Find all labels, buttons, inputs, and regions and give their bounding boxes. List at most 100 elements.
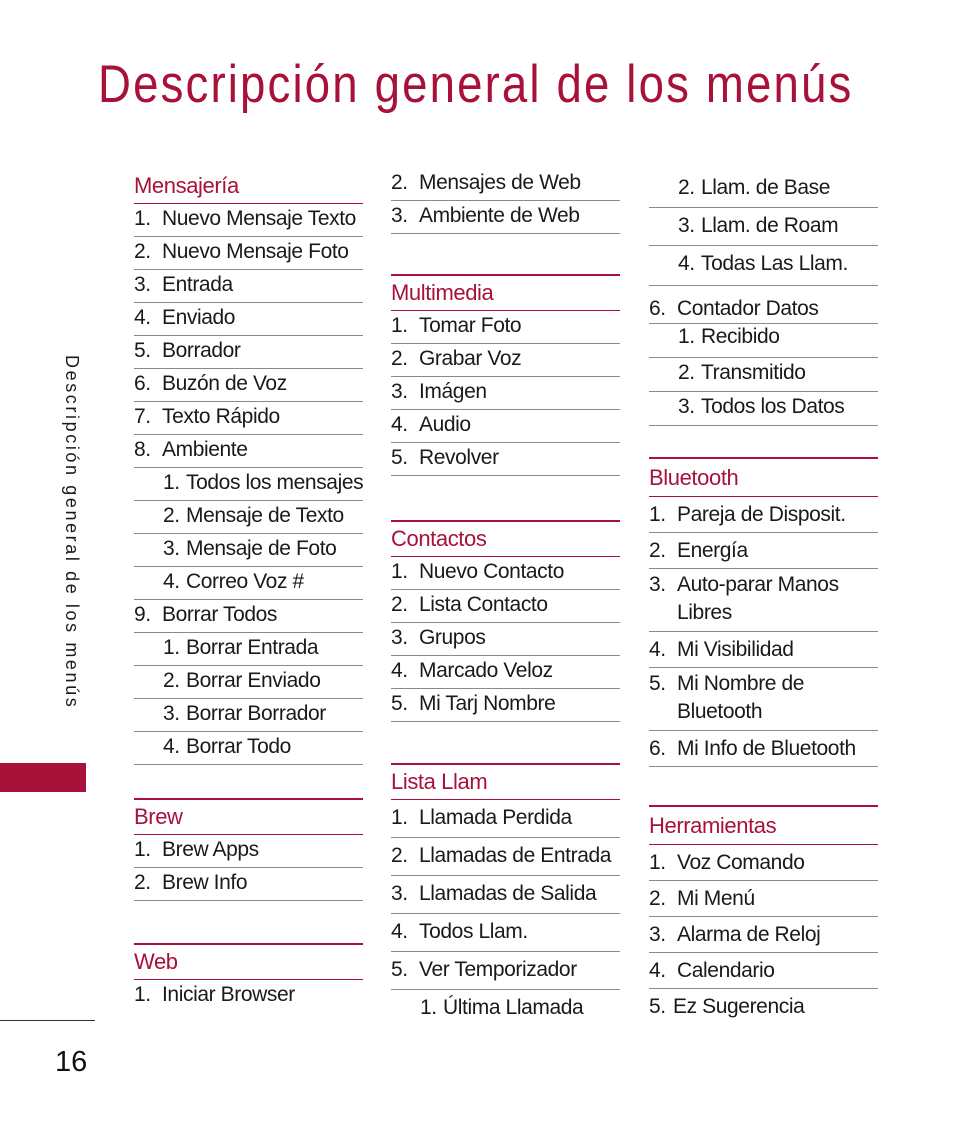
item-number: 1.	[420, 996, 437, 1019]
submenu-item: 4. Correo Voz #	[134, 567, 363, 600]
menu-item: 2. Lista Contacto	[391, 590, 620, 623]
submenu-item: 2. Llam. de Base	[649, 170, 878, 208]
item-label: Imágen	[419, 380, 487, 403]
menu-item: 5. Revolver	[391, 443, 620, 476]
item-label: Audio	[419, 413, 471, 436]
item-label: Grabar Voz	[419, 347, 522, 370]
item-label: Borrar Borrador	[186, 702, 326, 725]
item-number: 3.	[163, 702, 180, 725]
section-contactos: Contactos 1. Nuevo Contacto 2. Lista Conta…	[391, 520, 620, 722]
item-number: 6.	[649, 737, 666, 760]
item-label: Recibido	[701, 325, 780, 348]
menu-item: 5. Ver Temporizador	[391, 952, 620, 990]
menu-item: 5. Ez Sugerencia	[649, 989, 878, 1024]
menu-item: 1. Llamada Perdida	[391, 800, 620, 838]
item-label: Texto Rápido	[162, 405, 280, 428]
item-number: 4.	[649, 638, 666, 661]
submenu-item: 3. Todos los Datos	[649, 392, 878, 426]
item-number: 1.	[391, 806, 408, 829]
menu-item: 1. Iniciar Browser	[134, 980, 363, 1012]
menu-item: 3. Grupos	[391, 623, 620, 656]
item-label: Borrar Enviado	[186, 669, 321, 692]
side-section-label: Descripción general de los menús	[62, 355, 82, 710]
item-label: Llamada Perdida	[419, 806, 572, 829]
item-number: 1.	[391, 560, 408, 583]
item-number: 3.	[391, 626, 408, 649]
item-label: Ez Sugerencia	[673, 995, 805, 1018]
menu-item: 1. Pareja de Disposit.	[649, 497, 878, 533]
section-heading: Lista Llam	[391, 763, 620, 800]
item-label: Todos los Datos	[701, 395, 845, 418]
item-number: 1.	[649, 851, 666, 874]
item-number: 2.	[391, 171, 408, 194]
item-label: Correo Voz #	[186, 570, 304, 593]
menu-item: 6. Contador Datos	[649, 286, 878, 324]
item-number: 1.	[678, 325, 695, 348]
menu-item: 4. Todos Llam.	[391, 914, 620, 952]
item-label: Todos Llam.	[419, 920, 528, 943]
item-label: Mensaje de Texto	[186, 504, 344, 527]
item-number: 8.	[134, 438, 151, 461]
item-label: Borrar Entrada	[186, 636, 319, 659]
menu-item: 1. Nuevo Mensaje Texto	[134, 204, 363, 237]
item-number: 2.	[391, 593, 408, 616]
menu-item: 3. Llamadas de Salida	[391, 876, 620, 914]
item-number: 1.	[649, 503, 666, 526]
submenu-item: 2. Borrar Enviado	[134, 666, 363, 699]
section-heading: Contactos	[391, 520, 620, 557]
menu-item: 5. Mi Tarj Nombre	[391, 689, 620, 722]
section-web-continued: 2. Mensajes de Web 3. Ambiente de Web	[391, 168, 620, 234]
menu-item: 2. Energía	[649, 533, 878, 569]
page-number: 16	[55, 1046, 88, 1078]
item-number: 2.	[391, 844, 408, 867]
item-label: Auto-parar Manos Libres	[677, 573, 839, 624]
item-number: 1.	[163, 636, 180, 659]
item-label: Borrador	[162, 339, 241, 362]
item-number: 3.	[163, 537, 180, 560]
section-web: Web 1. Iniciar Browser	[134, 943, 363, 1012]
item-label: Todos los mensajes	[186, 471, 364, 494]
menu-item: 3. Entrada	[134, 270, 363, 303]
item-number: 1.	[134, 983, 151, 1006]
item-number: 3.	[134, 273, 151, 296]
item-label: Voz Comando	[677, 851, 805, 874]
item-label: Alarma de Reloj	[677, 923, 821, 946]
menu-item: 1. Voz Comando	[649, 845, 878, 881]
section-mensajeria: Mensajería 1. Nuevo Mensaje Texto 2. Nuevo…	[134, 169, 364, 765]
menu-item: 1. Nuevo Contacto	[391, 557, 620, 590]
item-label: Nuevo Contacto	[419, 560, 564, 583]
item-label: Llam. de Roam	[701, 214, 839, 237]
menu-item: 6. Mi Info de Bluetooth	[649, 731, 878, 767]
menu-item: 2. Grabar Voz	[391, 344, 620, 377]
item-label: Brew Apps	[162, 838, 259, 861]
item-number: 4.	[391, 659, 408, 682]
item-number: 5.	[391, 692, 408, 715]
menu-item: 2. Mensajes de Web	[391, 168, 620, 201]
item-label: Llamadas de Entrada	[419, 844, 612, 867]
menu-item: 9. Borrar Todos	[134, 600, 363, 633]
section-lista-llam: Lista Llam 1. Llamada Perdida 2. Llamadas …	[391, 763, 620, 1027]
item-label: Borrar Todos	[162, 603, 278, 626]
item-number: 2.	[163, 504, 180, 527]
item-label: Mi Nombre de Bluetooth	[677, 672, 805, 723]
item-label: Mi Menú	[677, 887, 755, 910]
menu-item: 5. Mi Nombre de Bluetooth	[649, 668, 878, 731]
menu-item: 4. Mi Visibilidad	[649, 632, 878, 668]
item-label: Contador Datos	[677, 297, 819, 320]
item-label: Brew Info	[162, 871, 248, 894]
item-label: Iniciar Browser	[162, 983, 295, 1006]
item-label: Mi Visibilidad	[677, 638, 794, 661]
submenu-item: 1. Borrar Entrada	[134, 633, 363, 666]
submenu-item: 3. Mensaje de Foto	[134, 534, 363, 567]
section-bluetooth: Bluetooth 1. Pareja de Disposit. 2. Energí…	[649, 457, 878, 767]
item-label: Entrada	[162, 273, 233, 296]
item-label: Mensaje de Foto	[186, 537, 337, 560]
menu-item: 4. Calendario	[649, 953, 878, 989]
item-label: Mi Tarj Nombre	[419, 692, 556, 715]
item-number: 3.	[391, 882, 408, 905]
item-number: 2.	[678, 361, 695, 384]
item-number: 3.	[649, 573, 666, 596]
menu-item: 2. Nuevo Mensaje Foto	[134, 237, 363, 270]
submenu-item: 1. Todos los mensajes	[134, 468, 364, 501]
menu-item: 2. Mi Menú	[649, 881, 878, 917]
